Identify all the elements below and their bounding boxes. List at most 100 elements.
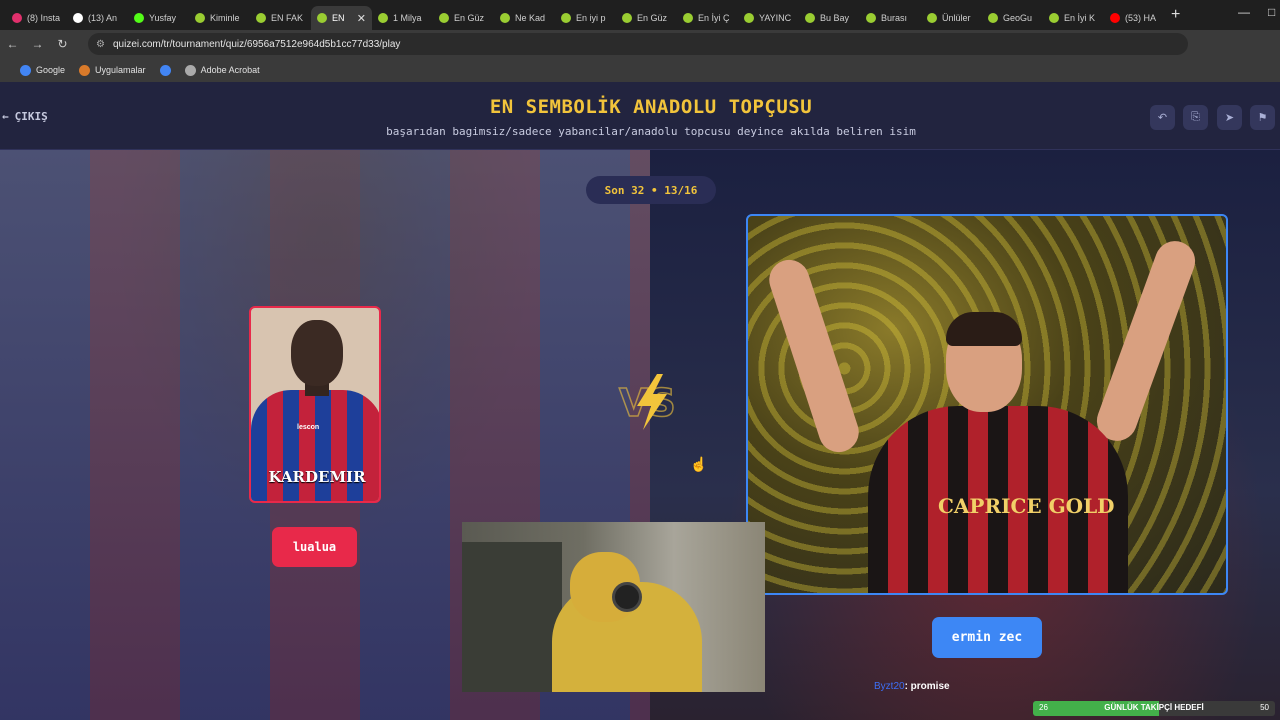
share-icon: ⎘	[1191, 111, 1200, 123]
browser-tab[interactable]: (13) An	[67, 6, 128, 30]
send-icon: ➤	[1224, 112, 1235, 124]
tab-title: Yusfay	[149, 13, 177, 23]
tab-title: (53) HA	[1125, 13, 1157, 23]
chat-username: Byzt20	[874, 681, 905, 692]
site-info-icon[interactable]: ⚙	[96, 39, 105, 50]
tab-title: 1 Milya	[393, 13, 422, 23]
left-contender-button[interactable]: lualua	[272, 527, 357, 567]
browser-tab[interactable]: En İyi K	[1043, 6, 1104, 30]
tab-title: En Güz	[454, 13, 485, 23]
bookmark-item[interactable]: Google	[20, 64, 66, 76]
bookmark-item[interactable]: Uygulamalar	[79, 64, 146, 76]
tab-favicon-icon	[12, 13, 22, 23]
bookmark-icon	[159, 64, 171, 76]
chat-message: Byzt20: promise	[874, 681, 950, 692]
tab-favicon-icon	[134, 13, 144, 23]
tab-favicon-icon	[73, 13, 83, 23]
tab-title: (13) An	[88, 13, 118, 23]
chat-text: : promise	[904, 681, 950, 692]
url-field[interactable]: ⚙ quizei.com/tr/tournament/quiz/6956a751…	[88, 33, 1188, 55]
bookmark-label: Uygulamalar	[95, 65, 146, 75]
tab-title: (8) Insta	[27, 13, 61, 23]
goal-label: GÜNLÜK TAKİPÇİ HEDEFİ	[1104, 703, 1204, 712]
browser-tab[interactable]: En İyi Ç	[677, 6, 738, 30]
headset-shape	[612, 582, 642, 612]
browser-tab[interactable]: En Güz	[433, 6, 494, 30]
browser-tab[interactable]: (8) Insta	[6, 6, 67, 30]
tab-favicon-icon	[1049, 13, 1059, 23]
bookmark-item[interactable]	[159, 64, 171, 76]
tab-strip: (8) Insta (13) An Yusfay Kiminle EN FAK EN ✕ 1 …	[6, 0, 1165, 30]
hand-cursor-icon: ☝	[690, 456, 708, 472]
tab-favicon-icon	[805, 13, 815, 23]
browser-tab[interactable]: Yusfay	[128, 6, 189, 30]
bookmark-icon	[20, 64, 31, 76]
tab-favicon-icon	[256, 13, 266, 23]
browser-tab[interactable]: EN ✕	[311, 6, 372, 30]
goal-max: 50	[1260, 703, 1269, 712]
quiz-header: ← ÇIKIŞ EN SEMBOLİK ANADOLU TOPÇUSU başa…	[0, 82, 1280, 150]
tab-favicon-icon	[683, 13, 693, 23]
maximize-icon[interactable]: □	[1268, 5, 1275, 19]
browser-tab[interactable]: Burası	[860, 6, 921, 30]
browser-tab[interactable]: EN FAK	[250, 6, 311, 30]
browser-tab[interactable]: En Güz	[616, 6, 677, 30]
tab-title: EN FAK	[271, 13, 304, 23]
share-button[interactable]: ⎘	[1183, 105, 1208, 130]
round-indicator: Son 32 • 13/16	[586, 176, 716, 204]
browser-tab[interactable]: GeoGu	[982, 6, 1043, 30]
bookmark-label: Google	[36, 65, 66, 75]
bookmark-label: Adobe Acrobat	[200, 65, 260, 75]
vs-lightning-icon: VS	[618, 374, 677, 430]
browser-tab[interactable]: Kiminle	[189, 6, 250, 30]
undo-button[interactable]: ↶	[1150, 105, 1175, 130]
reload-icon[interactable]: ↻	[50, 37, 75, 51]
tab-favicon-icon	[500, 13, 510, 23]
browser-tab[interactable]: Ünlüler	[921, 6, 982, 30]
jersey-shape	[251, 390, 379, 501]
minimize-icon[interactable]: —	[1238, 5, 1250, 19]
right-contender-button[interactable]: ermin zec	[932, 617, 1042, 658]
close-tab-icon[interactable]: ✕	[357, 12, 366, 25]
tab-title: Ne Kad	[515, 13, 546, 23]
new-tab-button[interactable]: +	[1171, 6, 1180, 24]
browser-tab[interactable]: Ne Kad	[494, 6, 555, 30]
left-contender-image[interactable]: lescon KARDEMIR	[249, 306, 381, 503]
browser-tab[interactable]: (53) HA	[1104, 6, 1165, 30]
flag-icon: ⚑	[1257, 112, 1268, 124]
tab-favicon-icon	[378, 13, 388, 23]
back-icon[interactable]: ←	[0, 37, 25, 51]
follower-goal-bar: 26 GÜNLÜK TAKİPÇİ HEDEFİ 50	[1033, 701, 1275, 716]
streamer-webcam	[462, 522, 765, 692]
send-button[interactable]: ➤	[1217, 105, 1242, 130]
forward-icon[interactable]: →	[25, 37, 50, 51]
tab-title: EN	[332, 13, 345, 23]
shelf-shape	[462, 542, 562, 692]
browser-tab[interactable]: YAYINC	[738, 6, 799, 30]
browser-tab[interactable]: En iyi p	[555, 6, 616, 30]
quiz-page: ← ÇIKIŞ EN SEMBOLİK ANADOLU TOPÇUSU başa…	[0, 82, 1280, 720]
tab-title: En İyi Ç	[698, 13, 730, 23]
browser-tab[interactable]: Bu Bay	[799, 6, 860, 30]
tab-title: En İyi K	[1064, 13, 1096, 23]
right-contender-image[interactable]: CAPRICE GOLD	[746, 214, 1228, 595]
jersey-brand: lescon	[297, 424, 320, 431]
url-text: quizei.com/tr/tournament/quiz/6956a7512e…	[112, 38, 401, 50]
bookmark-icon	[79, 64, 91, 76]
tab-favicon-icon	[317, 13, 327, 23]
tab-favicon-icon	[744, 13, 754, 23]
page-title: EN SEMBOLİK ANADOLU TOPÇUSU	[489, 96, 813, 118]
tab-favicon-icon	[866, 13, 876, 23]
tab-title: Burası	[881, 13, 908, 23]
tab-title: Ünlüler	[942, 13, 971, 23]
tab-favicon-icon	[1110, 13, 1120, 23]
bookmarks-bar: Google Uygulamalar Adobe Acrobat	[0, 58, 1280, 82]
jersey-sponsor: CAPRICE GOLD	[938, 494, 1115, 518]
bookmark-item[interactable]: Adobe Acrobat	[184, 64, 260, 76]
tab-title: En Güz	[637, 13, 668, 23]
head-shape	[291, 320, 343, 386]
hair-shape	[946, 312, 1022, 346]
tab-favicon-icon	[622, 13, 632, 23]
browser-tab[interactable]: 1 Milya	[372, 6, 433, 30]
report-button[interactable]: ⚑	[1250, 105, 1275, 130]
